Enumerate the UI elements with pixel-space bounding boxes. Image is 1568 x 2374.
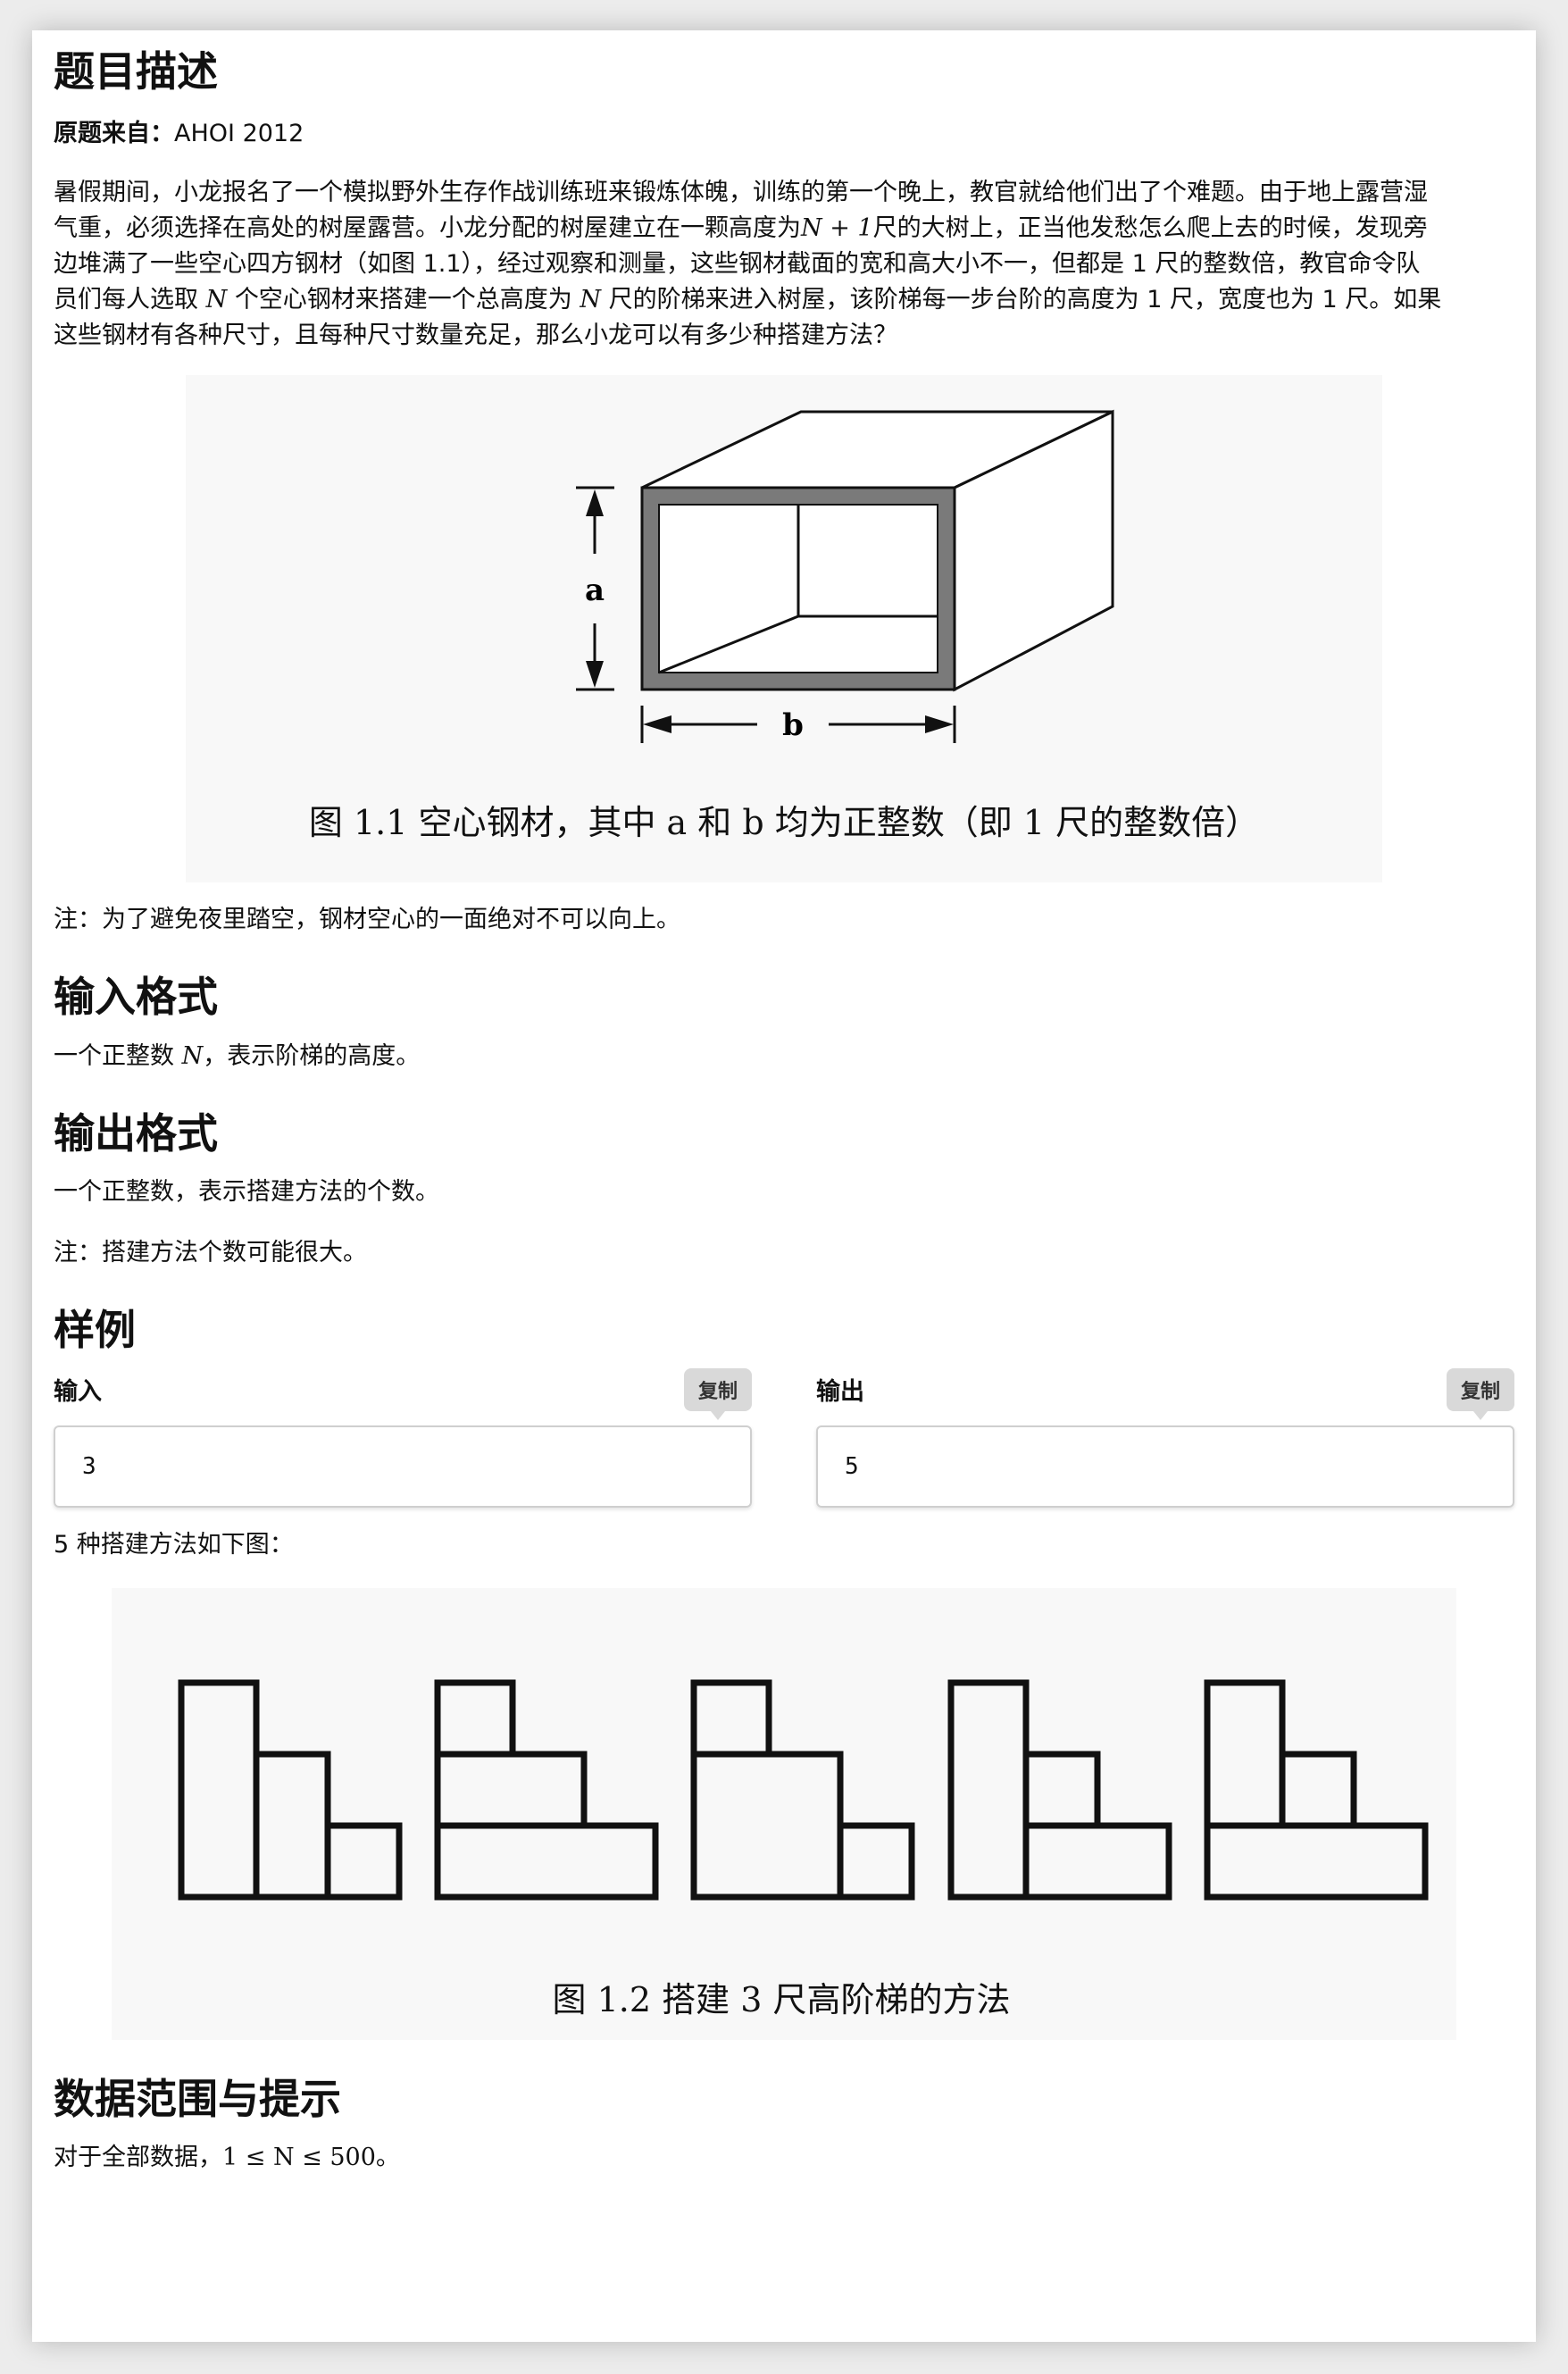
- dimension-label-b: b: [782, 707, 804, 743]
- description-line: 这些钢材有各种尺寸，且每种尺寸数量充足，那么小龙可以有多少种搭建方法？: [54, 322, 897, 350]
- sample-input-label: 输入: [54, 1378, 102, 1407]
- problem-content: 题目描述 原题来自：AHOI 2012 暑假期间，小龙报名了一个模拟野外生存作战…: [54, 43, 1514, 2176]
- input-format-part: ，表示阶梯的高度。: [203, 1041, 421, 1070]
- sample-input-box[interactable]: 3: [54, 1425, 752, 1508]
- range-part: 。: [375, 2143, 400, 2171]
- description-text: 尺的阶梯来进入树屋，该阶梯每一步台阶的高度为 1 尺，宽度也为 1 尺。如果: [608, 286, 1442, 314]
- math-n-plus-1: N + 1: [801, 214, 873, 243]
- description-line: 边堆满了一些空心四方钢材（如图 1.1），经过观察和测量，这些钢材截面的宽和高大…: [54, 250, 1421, 279]
- math-range: 1 ≤ N ≤ 500: [222, 2143, 376, 2171]
- sample-output-box[interactable]: 5: [816, 1425, 1514, 1508]
- sample-input-header: 输入 复制: [54, 1365, 752, 1420]
- math-n: N: [181, 1041, 204, 1070]
- description-text: 气重，必须选择在高处的树屋露营。小龙分配的树屋建立在一颗高度为: [54, 214, 801, 243]
- dimension-label-a: a: [585, 573, 605, 608]
- source-value: AHOI 2012: [174, 120, 304, 148]
- range-part: 对于全部数据，: [54, 2143, 222, 2171]
- output-format-text: 一个正整数，表示搭建方法的个数。: [54, 1178, 439, 1207]
- description-text: 个空心钢材来搭建一个总高度为: [234, 286, 572, 314]
- math-n: N: [205, 286, 228, 314]
- sample-row: 输入 复制 3 输出 复制 5: [54, 1365, 1514, 1508]
- sample-input-column: 输入 复制 3: [54, 1365, 752, 1508]
- description-line: 暑假期间，小龙报名了一个模拟野外生存作战训练班来锻炼体魄，训练的第一个晚上，教官…: [54, 179, 1428, 207]
- figure-2-staircases: 图 1.2 搭建 3 尺高阶梯的方法: [112, 1587, 1456, 2040]
- figure-1-caption: 图 1.1 空心钢材，其中 a 和 b 均为正整数（即 1 尺的整数倍）: [309, 803, 1259, 842]
- sample-output-label: 输出: [816, 1378, 864, 1407]
- sample-explanation: 5 种搭建方法如下图：: [54, 1530, 294, 1559]
- description-line: 员们每人选取 N 个空心钢材来搭建一个总高度为 N 尺的阶梯来进入树屋，该阶梯每…: [54, 282, 1514, 318]
- input-format-text: 一个正整数 N，表示阶梯的高度。: [54, 1039, 1514, 1074]
- figure-2-caption: 图 1.2 搭建 3 尺高阶梯的方法: [553, 1980, 1011, 2019]
- note-line: 注：为了避免夜里踏空，钢材空心的一面绝对不可以向上。: [54, 906, 680, 934]
- source-label: 原题来自：: [54, 120, 174, 148]
- figure-1-wrap: a b 图 1.1 空心钢材，其中 a 和 b 均为正整数（即 1 尺的整数倍）: [54, 375, 1514, 883]
- description-text: 员们每人选取: [54, 286, 198, 314]
- section-title-sample: 样例: [54, 1306, 136, 1355]
- copy-output-button[interactable]: 复制: [1446, 1367, 1514, 1420]
- section-title-range: 数据范围与提示: [54, 2074, 341, 2123]
- input-format-part: 一个正整数: [54, 1041, 174, 1070]
- copy-input-button[interactable]: 复制: [683, 1367, 752, 1420]
- description-line: 气重，必须选择在高处的树屋露营。小龙分配的树屋建立在一颗高度为N + 1尺的大树…: [54, 211, 1514, 247]
- output-format-note: 注：搭建方法个数可能很大。: [54, 1239, 367, 1267]
- problem-card: 题目描述 原题来自：AHOI 2012 暑假期间，小龙报名了一个模拟野外生存作战…: [32, 30, 1536, 2342]
- range-text: 对于全部数据，1 ≤ N ≤ 500。: [54, 2140, 1514, 2176]
- math-n: N: [580, 286, 602, 314]
- sample-output-header: 输出 复制: [816, 1365, 1514, 1420]
- source-line: 原题来自：AHOI 2012: [54, 116, 1514, 152]
- section-title-output: 输出格式: [54, 1108, 218, 1158]
- description-paragraph: 暑假期间，小龙报名了一个模拟野外生存作战训练班来锻炼体魄，训练的第一个晚上，教官…: [54, 175, 1514, 354]
- sample-output-column: 输出 复制 5: [816, 1365, 1514, 1508]
- description-text: 尺的大树上，正当他发愁怎么爬上去的时候，发现旁: [872, 214, 1428, 243]
- section-title-description: 题目描述: [54, 47, 218, 96]
- figure-2-wrap: 图 1.2 搭建 3 尺高阶梯的方法: [54, 1587, 1514, 2040]
- figure-1-hollow-steel: a b 图 1.1 空心钢材，其中 a 和 b 均为正整数（即 1 尺的整数倍）: [186, 375, 1382, 883]
- section-title-input: 输入格式: [54, 973, 218, 1022]
